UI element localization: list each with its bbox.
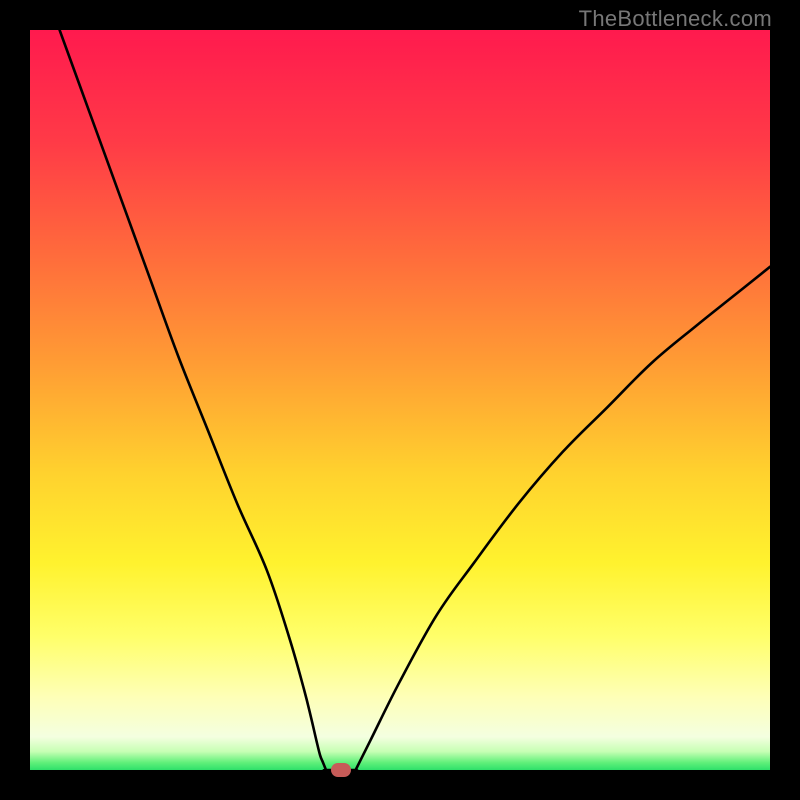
gradient-bg bbox=[30, 30, 770, 770]
watermark-text: TheBottleneck.com bbox=[579, 6, 772, 32]
chart-frame: TheBottleneck.com bbox=[0, 0, 800, 800]
bottleneck-chart bbox=[30, 30, 770, 770]
